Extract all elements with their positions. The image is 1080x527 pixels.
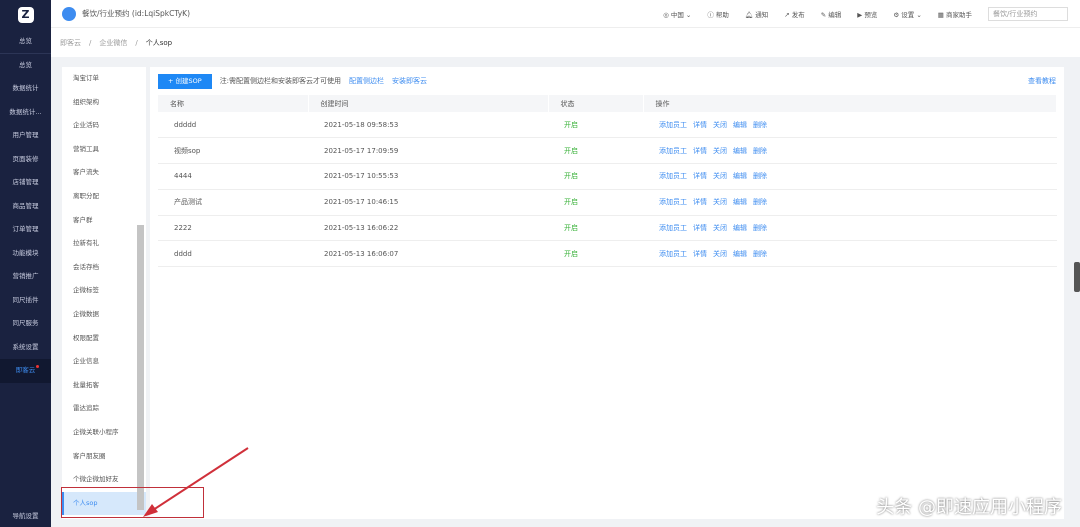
annotation-arrow-icon [143, 447, 249, 517]
watermark: 头条 @即速应用小程序 [876, 497, 1062, 518]
side-grip[interactable] [1074, 262, 1080, 292]
